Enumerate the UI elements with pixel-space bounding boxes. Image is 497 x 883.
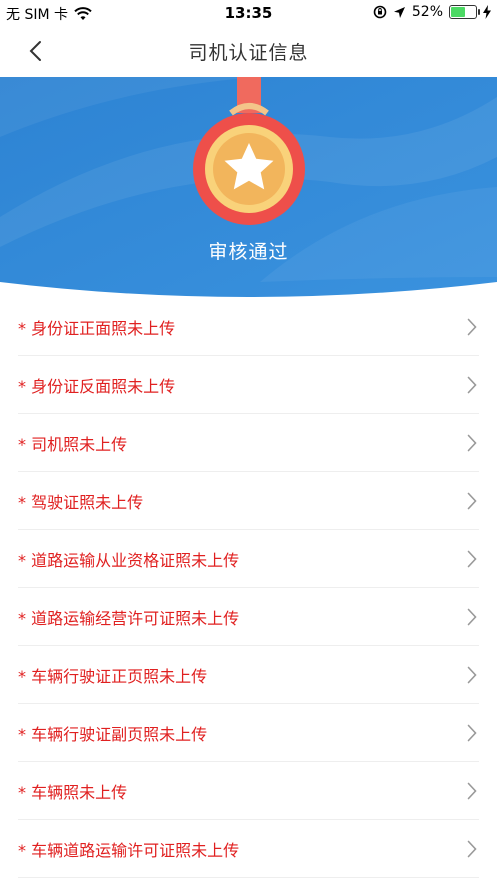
list-item-label: * 道路运输经营许可证照未上传 — [18, 608, 240, 628]
chevron-right-icon — [465, 550, 479, 568]
chevron-right-icon — [465, 782, 479, 800]
status-bar: 无 SIM 卡 13:35 52% — [0, 0, 497, 26]
list-item-vehicle-license-main[interactable]: * 车辆行驶证正页照未上传 — [18, 646, 479, 704]
document-list: * 身份证正面照未上传 * 身份证反面照未上传 * 司机照未上传 * 驾驶证照未… — [0, 298, 497, 878]
list-item-driver-photo[interactable]: * 司机照未上传 — [18, 414, 479, 472]
list-item-label: * 身份证正面照未上传 — [18, 318, 176, 338]
approval-status: 审核通过 — [208, 241, 289, 263]
chevron-right-icon — [465, 666, 479, 684]
chevron-right-icon — [465, 376, 479, 394]
list-item-label: * 车辆行驶证副页照未上传 — [18, 724, 208, 744]
list-item-business-permit[interactable]: * 道路运输经营许可证照未上传 — [18, 588, 479, 646]
medal-star-icon — [193, 77, 305, 225]
list-item-driving-license[interactable]: * 驾驶证照未上传 — [18, 472, 479, 530]
list-item-vehicle-photo[interactable]: * 车辆照未上传 — [18, 762, 479, 820]
status-banner: 审核通过 — [0, 77, 497, 300]
list-item-qualification-cert[interactable]: * 道路运输从业资格证照未上传 — [18, 530, 479, 588]
battery-fill — [451, 7, 465, 17]
list-item-label: * 车辆道路运输许可证照未上传 — [18, 840, 240, 860]
chevron-right-icon — [465, 840, 479, 858]
chevron-right-icon — [465, 724, 479, 742]
chevron-right-icon — [465, 434, 479, 452]
orientation-lock-icon — [373, 5, 387, 19]
battery-icon — [449, 5, 480, 19]
list-item-label: * 司机照未上传 — [18, 434, 128, 454]
list-item-id-back[interactable]: * 身份证反面照未上传 — [18, 356, 479, 414]
list-item-label: * 车辆行驶证正页照未上传 — [18, 666, 208, 686]
chevron-right-icon — [465, 608, 479, 626]
nav-bar: 司机认证信息 — [0, 26, 497, 76]
location-arrow-icon — [393, 6, 405, 18]
chevron-right-icon — [465, 318, 479, 336]
battery-percent: 52% — [411, 4, 443, 20]
chevron-right-icon — [465, 492, 479, 510]
list-item-label: * 车辆照未上传 — [18, 782, 128, 802]
list-item-label: * 驾驶证照未上传 — [18, 492, 144, 512]
status-right: 52% — [373, 4, 491, 20]
list-item-transport-permit[interactable]: * 车辆道路运输许可证照未上传 — [18, 820, 479, 878]
list-item-label: * 身份证反面照未上传 — [18, 376, 176, 396]
list-item-label: * 道路运输从业资格证照未上传 — [18, 550, 240, 570]
page-title: 司机认证信息 — [188, 42, 309, 64]
charging-bolt-icon — [483, 5, 491, 19]
list-item-vehicle-license-sub[interactable]: * 车辆行驶证副页照未上传 — [18, 704, 479, 762]
list-item-id-front[interactable]: * 身份证正面照未上传 — [18, 298, 479, 356]
